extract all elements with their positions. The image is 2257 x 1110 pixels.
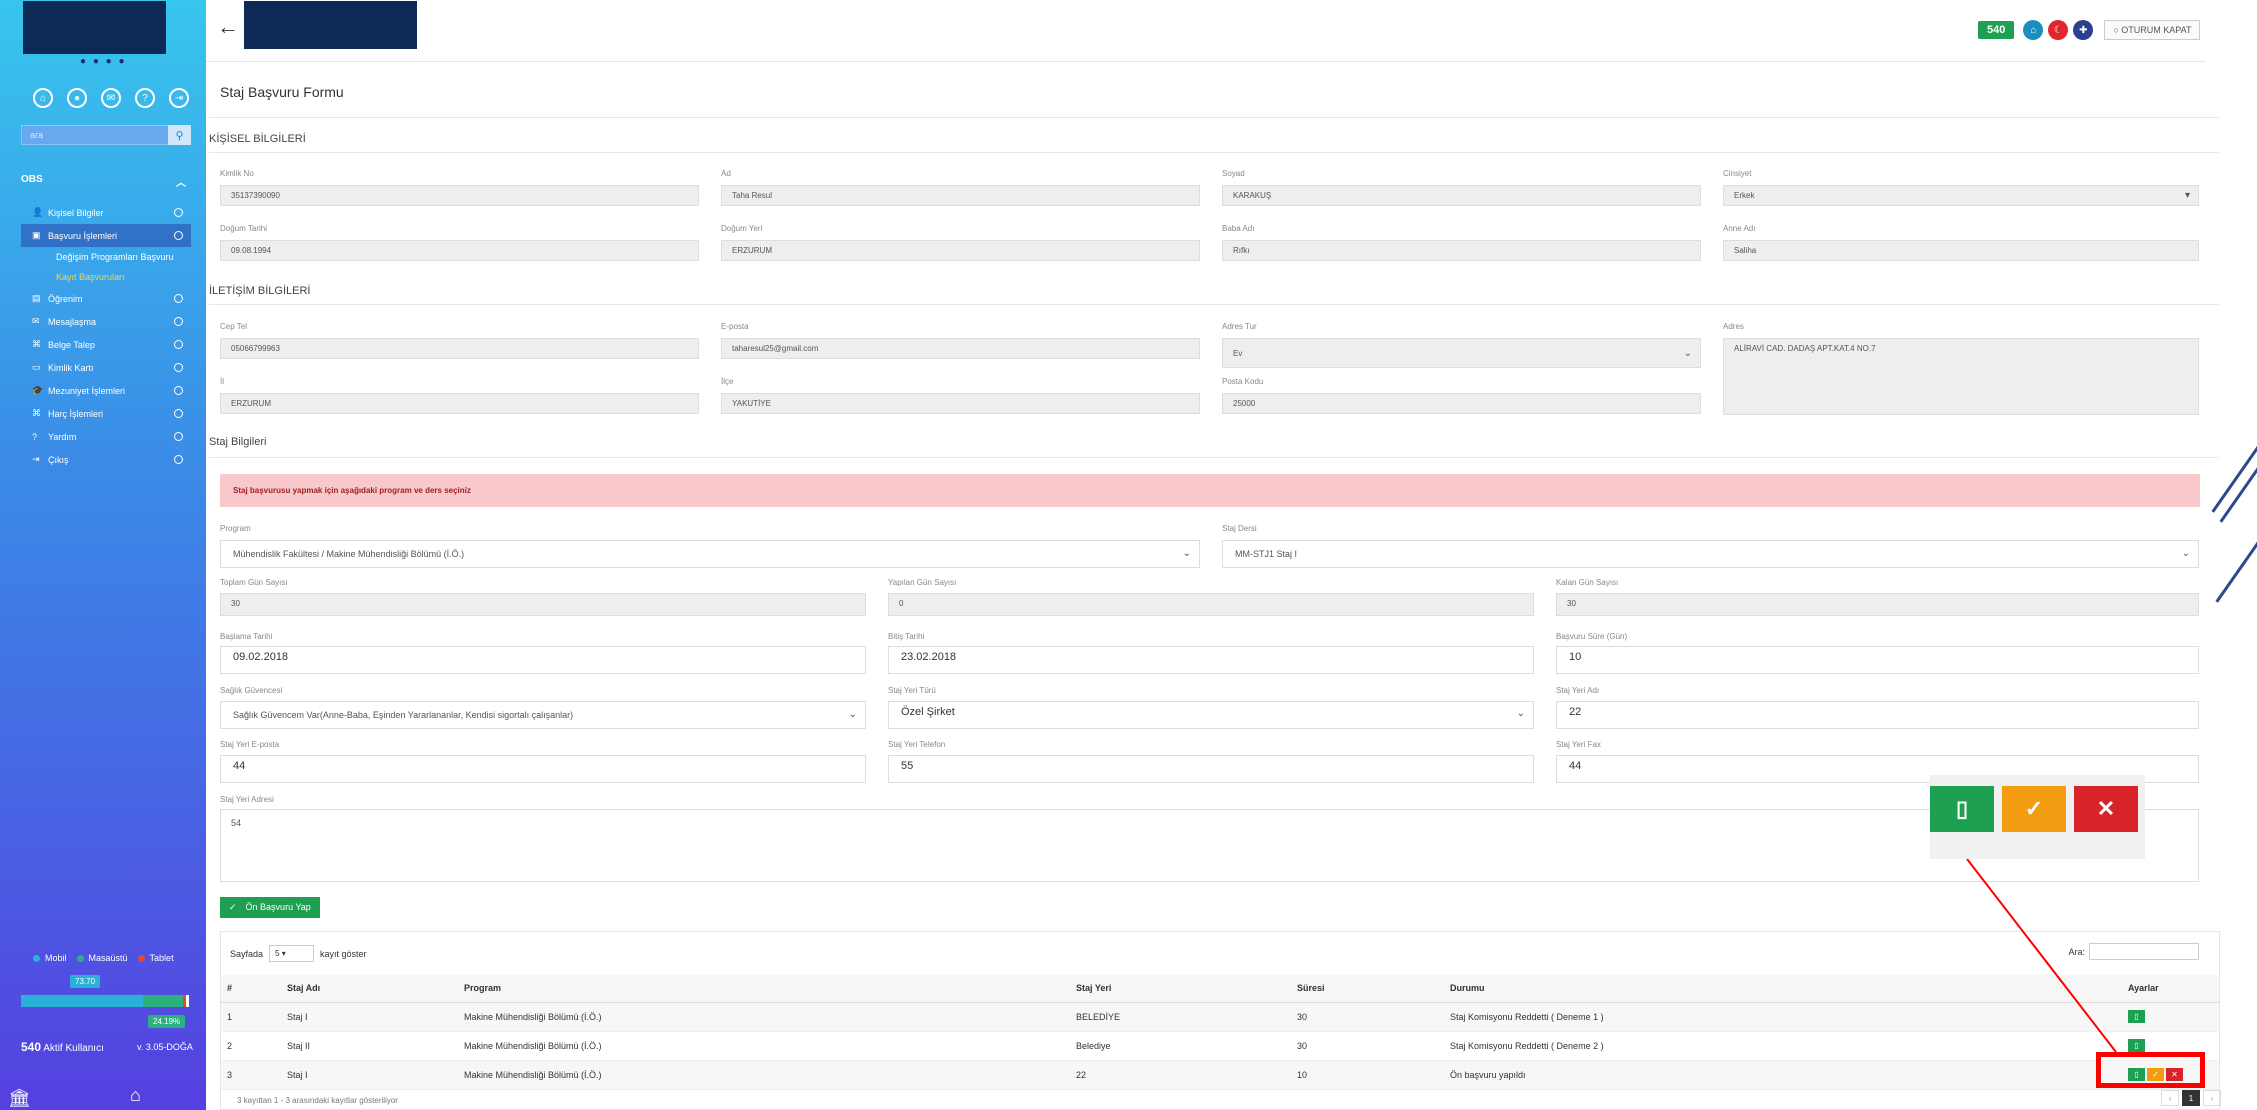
- approve-button-zoomed[interactable]: ✓: [2002, 786, 2066, 832]
- view-button-zoomed[interactable]: ▯: [1930, 786, 1994, 832]
- delete-button-zoomed[interactable]: ✕: [2074, 786, 2138, 832]
- callout-arrow: [1966, 858, 2117, 1053]
- decor-stripe: [2215, 527, 2257, 603]
- zoomed-actions-callout: ▯ ✓ ✕: [1930, 775, 2145, 859]
- slide-decoration: [2211, 0, 2257, 1110]
